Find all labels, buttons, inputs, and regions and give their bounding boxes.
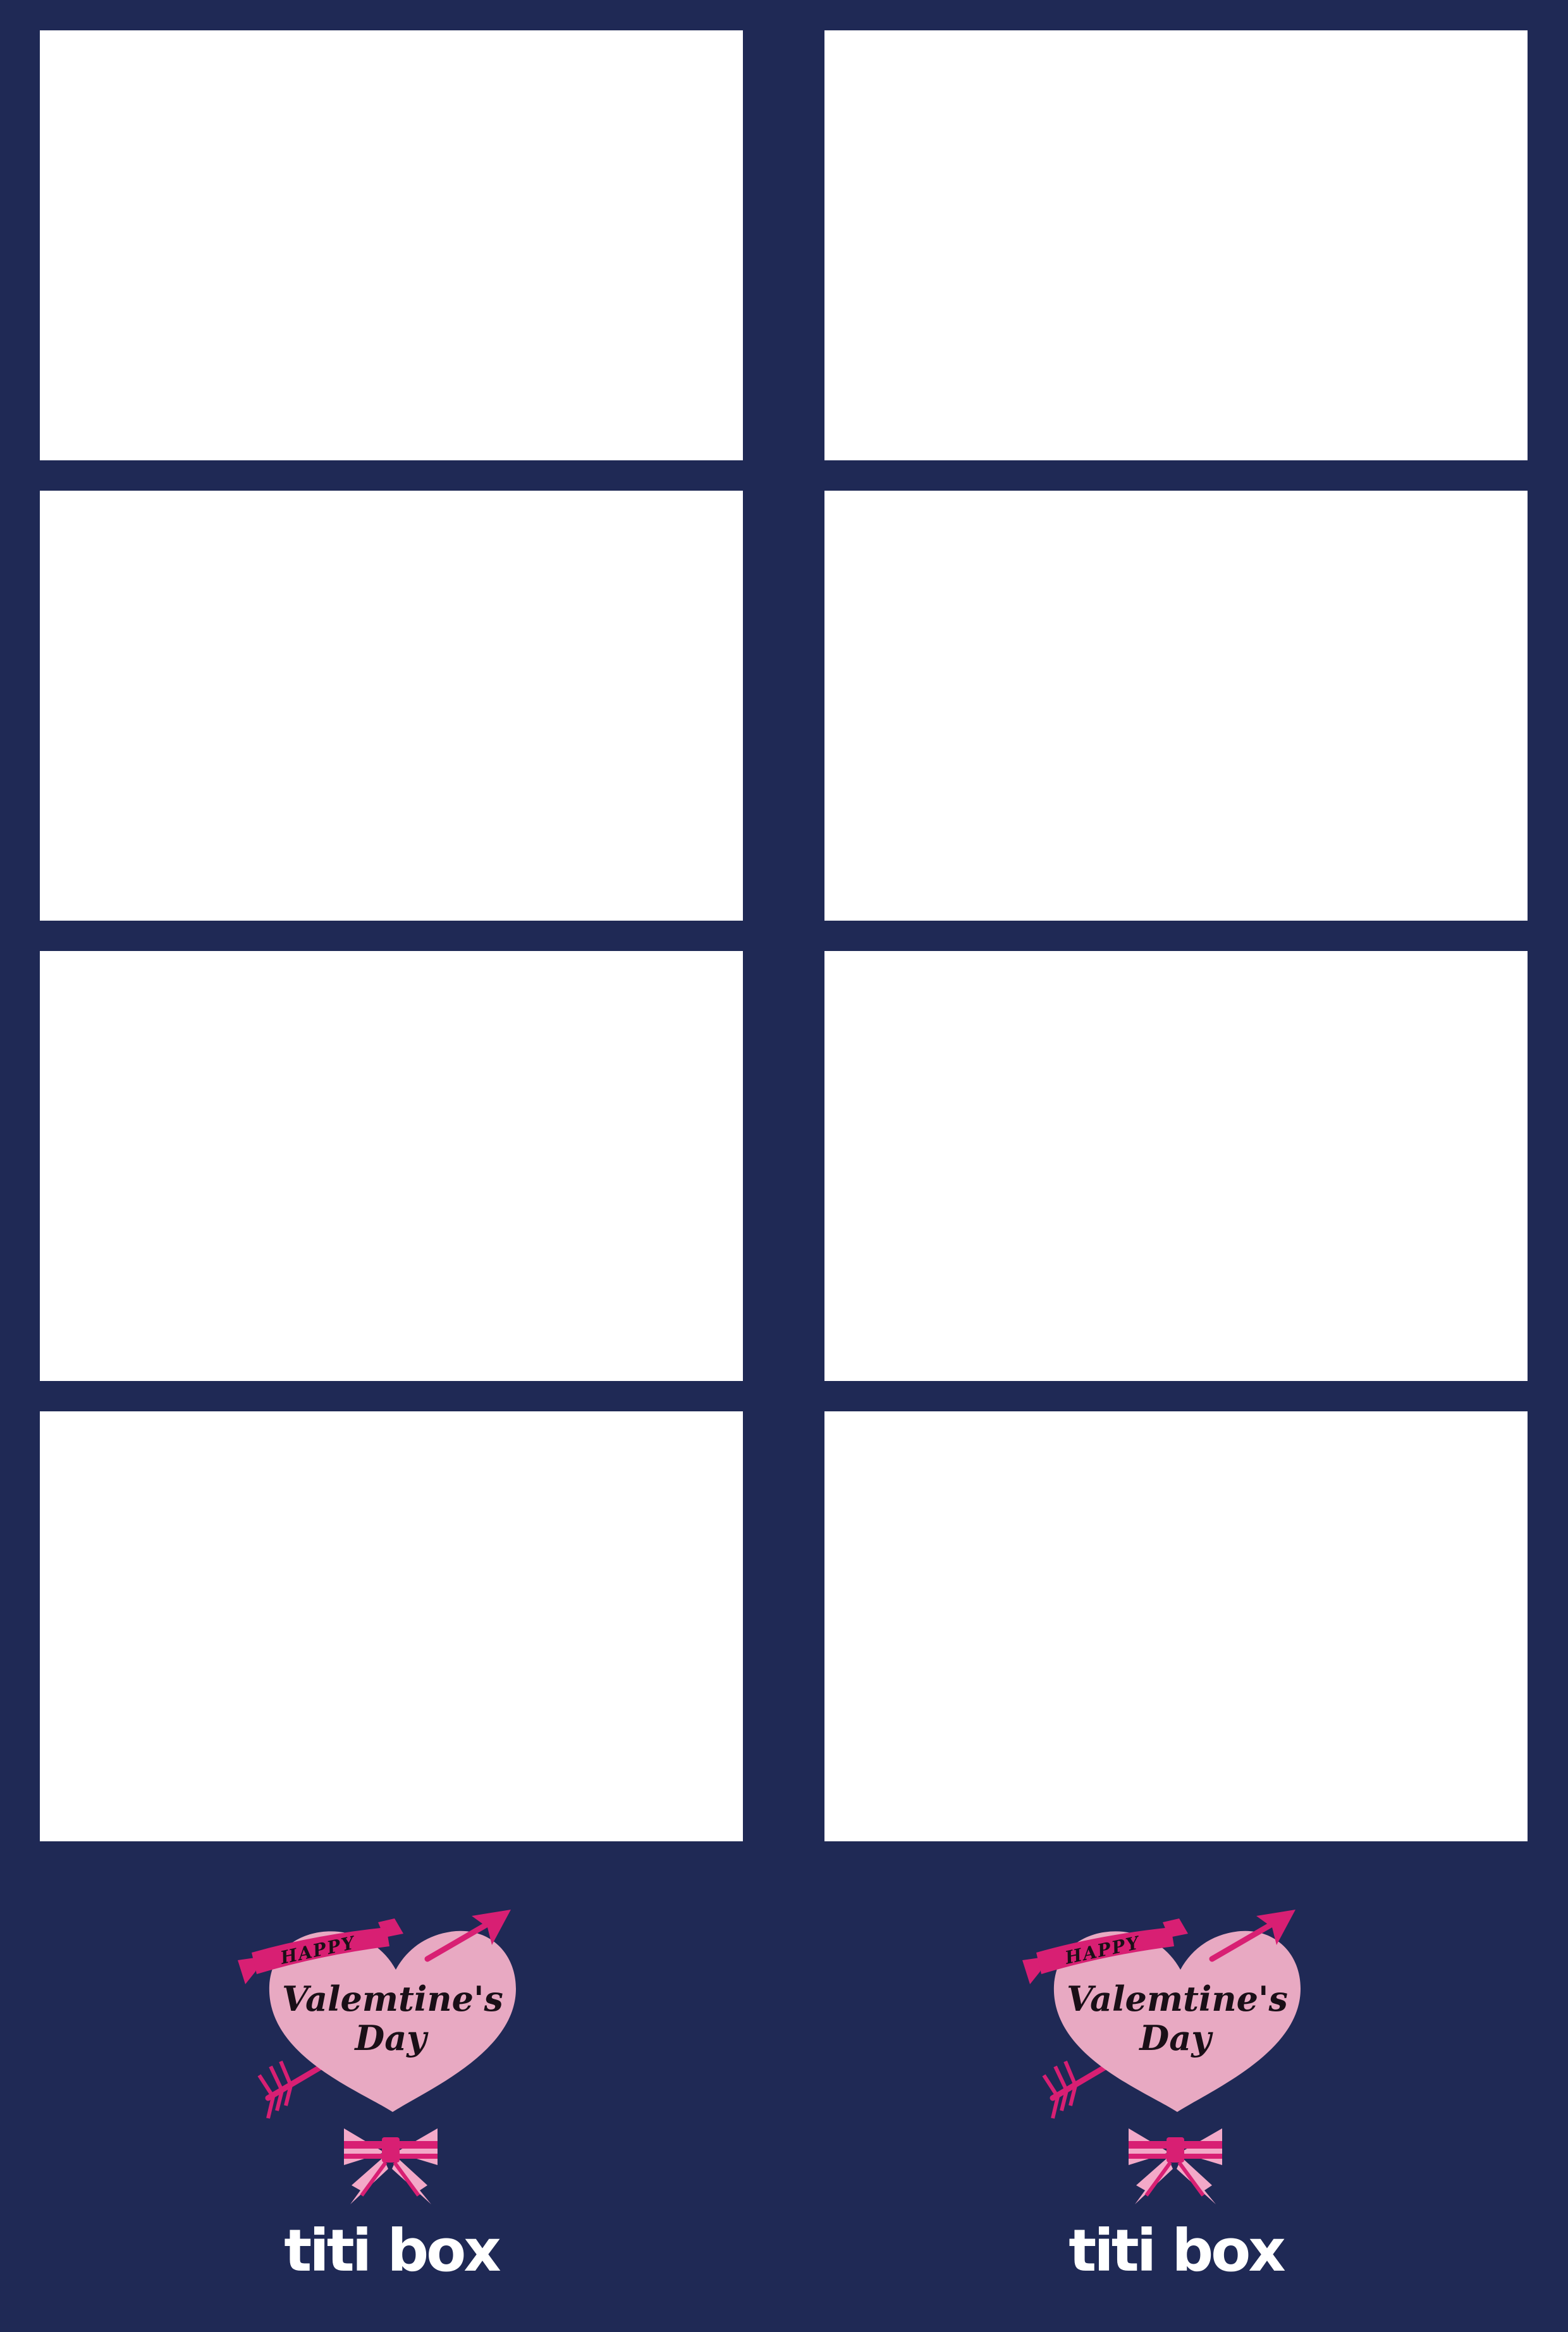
emblem-title-line2: Day (1138, 2018, 1213, 2058)
photo-slot (824, 491, 1528, 921)
photo-slot (824, 30, 1528, 460)
heart-icon: HAPPY Valemtine's Day (1022, 1910, 1301, 2204)
photo-strip-left: HAPPY Valemtine's Day titi box (40, 0, 743, 2332)
emblem-title-line1: Valemtine's (1067, 1979, 1288, 2019)
heart-icon: HAPPY Valemtine's Day (238, 1910, 516, 2204)
emblem-title-line2: Day (353, 2018, 429, 2058)
photo-slot (40, 491, 743, 921)
bow-icon (1129, 2128, 1222, 2204)
photo-slot (824, 1411, 1528, 1841)
valentine-emblem: HAPPY Valemtine's Day (824, 1910, 1528, 2204)
photo-slot (40, 30, 743, 460)
photo-slot (40, 951, 743, 1381)
brand-logo: titi box (1069, 2217, 1285, 2285)
valentine-emblem: HAPPY Valemtine's Day (40, 1910, 743, 2204)
bow-icon (344, 2128, 438, 2204)
photo-slot (40, 1411, 743, 1841)
photo-strip-right: HAPPY Valemtine's Day titi box (824, 0, 1528, 2332)
emblem-title-line1: Valemtine's (282, 1979, 503, 2019)
brand-logo: titi box (284, 2217, 501, 2285)
photo-slot (824, 951, 1528, 1381)
